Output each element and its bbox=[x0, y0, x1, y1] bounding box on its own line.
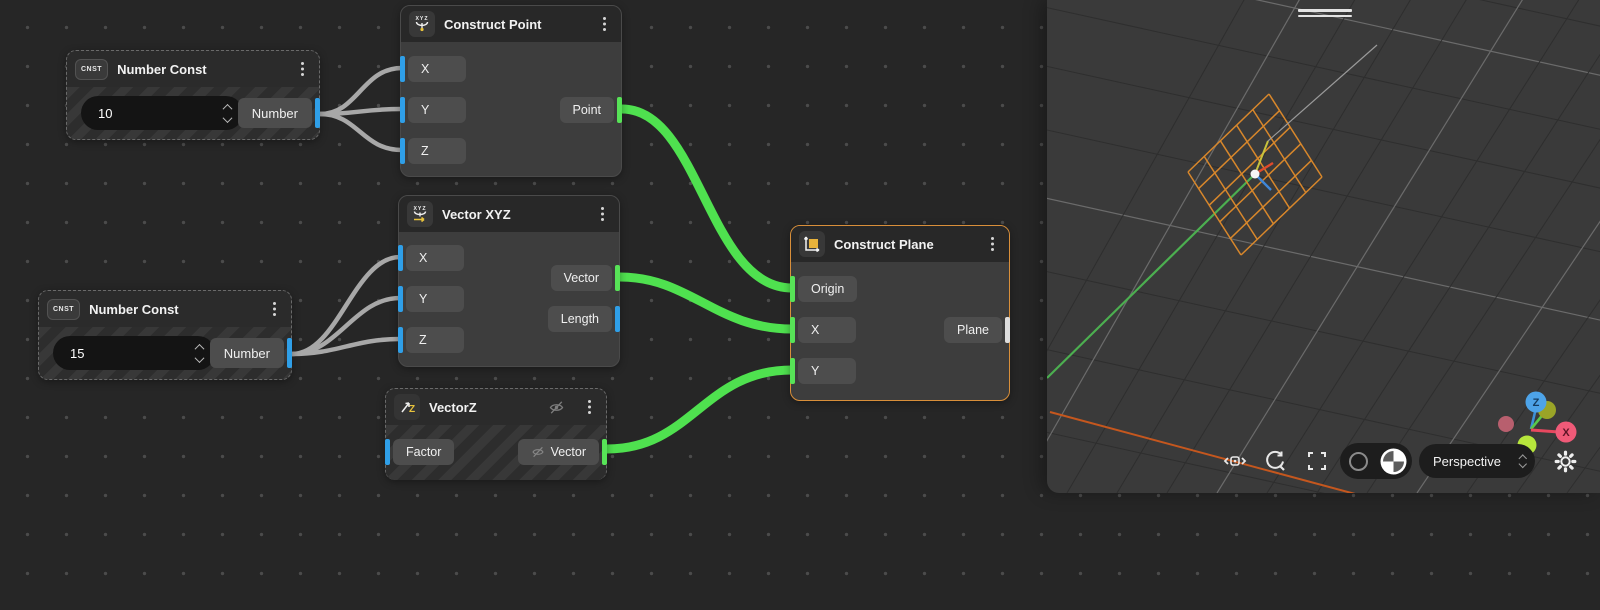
port-z-in[interactable]: Z bbox=[401, 138, 466, 164]
wire-number2-to-vec-z[interactable] bbox=[292, 339, 400, 354]
node-vector-z[interactable]: Z VectorZ Factor Vector bbox=[385, 388, 607, 480]
port-x-in[interactable]: X bbox=[401, 56, 466, 82]
node-header[interactable]: XYZ Construct Point bbox=[401, 6, 621, 42]
node-construct-plane[interactable]: Construct Plane Origin X Y Plane bbox=[790, 225, 1010, 401]
visibility-off-icon bbox=[531, 445, 545, 459]
port-y-in[interactable]: Y bbox=[399, 286, 464, 312]
node-construct-point[interactable]: XYZ Construct Point X Y Z Point bbox=[400, 5, 622, 177]
wireframe-sphere-icon[interactable] bbox=[1349, 452, 1368, 471]
shaded-sphere-icon[interactable] bbox=[1380, 448, 1407, 475]
number-input[interactable]: 10 bbox=[81, 96, 243, 130]
construct-plane-icon bbox=[799, 231, 825, 257]
panel-drag-handle[interactable] bbox=[1298, 9, 1352, 20]
port-connector[interactable] bbox=[315, 98, 320, 128]
port-number-out[interactable]: Number bbox=[238, 98, 319, 128]
port-vector-out[interactable]: Vector bbox=[551, 265, 619, 291]
node-body: Factor Vector bbox=[386, 425, 606, 480]
projection-dropdown[interactable]: Perspective bbox=[1419, 444, 1535, 478]
stepper-down-icon[interactable] bbox=[223, 113, 233, 123]
gizmo-neg-x-ball[interactable] bbox=[1498, 416, 1514, 432]
cnst-badge: CNST bbox=[75, 59, 108, 80]
node-vector-xyz[interactable]: XYZ Vector XYZ X Y Z Vector Length bbox=[398, 195, 620, 367]
cnst-badge: CNST bbox=[47, 299, 80, 320]
settings-gear-icon[interactable] bbox=[1550, 446, 1580, 476]
number-value: 15 bbox=[70, 346, 196, 361]
floor-grid bbox=[1047, 0, 1600, 493]
shading-mode-toggle[interactable] bbox=[1340, 443, 1412, 479]
node-header[interactable]: Construct Plane bbox=[791, 226, 1009, 262]
node-body: 15 Number bbox=[39, 327, 291, 379]
projection-label: Perspective bbox=[1433, 454, 1520, 469]
port-y-in[interactable]: Y bbox=[791, 358, 856, 384]
node-body: 10 Number bbox=[67, 87, 319, 139]
port-x-in[interactable]: X bbox=[399, 245, 464, 271]
port-origin-in[interactable]: Origin bbox=[791, 276, 857, 302]
stepper[interactable] bbox=[224, 104, 231, 123]
wire-vectorz-to-y[interactable] bbox=[607, 370, 792, 449]
kebab-menu-icon[interactable] bbox=[595, 206, 609, 222]
node-header[interactable]: CNST Number Const bbox=[39, 291, 291, 327]
port-factor-in[interactable]: Factor bbox=[386, 439, 454, 465]
node-editor-canvas[interactable]: CNST Number Const 10 Number XYZ Construc… bbox=[0, 0, 1600, 610]
port-z-in[interactable]: Z bbox=[399, 327, 464, 353]
kebab-menu-icon[interactable] bbox=[267, 301, 281, 317]
viewport-toolbar: Perspective bbox=[1047, 443, 1600, 479]
stepper-up-icon[interactable] bbox=[223, 103, 233, 113]
stepper-up-icon[interactable] bbox=[195, 343, 205, 353]
port-x-in[interactable]: X bbox=[791, 317, 856, 343]
dropdown-chevrons-icon bbox=[1520, 454, 1526, 469]
node-number-const-1[interactable]: CNST Number Const 10 Number bbox=[66, 50, 320, 140]
port-point-out[interactable]: Point bbox=[560, 97, 622, 123]
kebab-menu-icon[interactable] bbox=[985, 236, 999, 252]
kebab-menu-icon[interactable] bbox=[295, 61, 309, 77]
port-vector-out[interactable]: Vector bbox=[518, 439, 606, 465]
node-title: Vector XYZ bbox=[442, 207, 586, 222]
port-length-out[interactable]: Length bbox=[548, 306, 619, 332]
node-title: Construct Point bbox=[444, 17, 588, 32]
pan-icon[interactable] bbox=[1220, 446, 1250, 476]
svg-text:XYZ: XYZ bbox=[415, 16, 428, 22]
wire-number1-to-point-z[interactable] bbox=[320, 114, 402, 150]
port-plane-out[interactable]: Plane bbox=[944, 317, 1009, 343]
vector-xyz-icon: XYZ bbox=[407, 201, 433, 227]
frame-icon[interactable] bbox=[1302, 446, 1332, 476]
node-title: Number Const bbox=[117, 62, 286, 77]
number-input[interactable]: 15 bbox=[53, 336, 215, 370]
stepper-down-icon[interactable] bbox=[195, 353, 205, 363]
port-label: Number bbox=[210, 338, 284, 368]
svg-text:XYZ: XYZ bbox=[413, 206, 426, 212]
port-y-in[interactable]: Y bbox=[401, 97, 466, 123]
3d-viewport[interactable]: Z X Perspective bbox=[1047, 0, 1600, 493]
node-number-const-2[interactable]: CNST Number Const 15 Number bbox=[38, 290, 292, 380]
kebab-menu-icon[interactable] bbox=[582, 399, 596, 415]
vector-z-icon: Z bbox=[394, 394, 420, 420]
node-title: VectorZ bbox=[429, 400, 539, 415]
orbit-icon[interactable] bbox=[1260, 446, 1290, 476]
svg-text:Z: Z bbox=[409, 404, 415, 415]
node-header[interactable]: Z VectorZ bbox=[386, 389, 606, 425]
node-header[interactable]: CNST Number Const bbox=[67, 51, 319, 87]
node-title: Number Const bbox=[89, 302, 258, 317]
port-connector[interactable] bbox=[287, 338, 292, 368]
node-title: Construct Plane bbox=[834, 237, 976, 252]
gizmo-x-label: X bbox=[1562, 427, 1570, 439]
port-label: Number bbox=[238, 98, 312, 128]
construct-point-icon: XYZ bbox=[409, 11, 435, 37]
node-header[interactable]: XYZ Vector XYZ bbox=[399, 196, 619, 232]
stepper[interactable] bbox=[196, 344, 203, 363]
origin-point[interactable] bbox=[1251, 170, 1260, 179]
visibility-off-icon[interactable] bbox=[548, 399, 565, 416]
port-number-out[interactable]: Number bbox=[210, 338, 291, 368]
y-axis-line bbox=[1047, 174, 1255, 378]
viewport-scene: Z X bbox=[1047, 0, 1600, 493]
wire-point-to-origin[interactable] bbox=[622, 109, 792, 288]
gizmo-z-label: Z bbox=[1533, 397, 1540, 409]
kebab-menu-icon[interactable] bbox=[597, 16, 611, 32]
number-value: 10 bbox=[98, 106, 224, 121]
